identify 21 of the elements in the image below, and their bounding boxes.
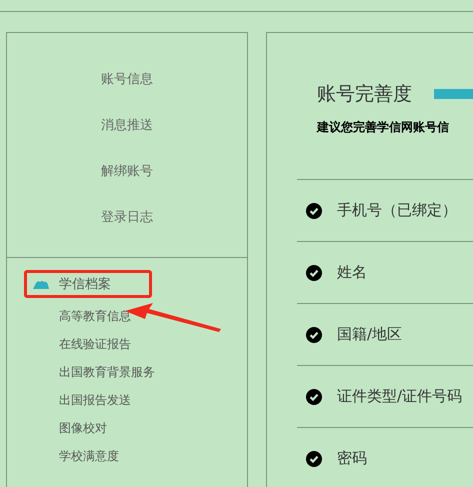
menu-item[interactable]: 解绑账号 [7,149,247,195]
hint-text: 建议您完善学信网账号信 [317,119,450,136]
field-label: 国籍/地区 [337,325,402,344]
submenu-item[interactable]: 出国报告发送 [59,386,247,414]
submenu-item[interactable]: 在线验证报告 [59,330,247,358]
submenu-item[interactable]: 学校满意度 [59,442,247,470]
section-title: 学信档案 [59,276,111,293]
panel-title: 账号完善度 [317,82,412,107]
menu-item[interactable]: 账号信息 [7,57,247,103]
submenu-item[interactable]: 图像校对 [59,414,247,442]
field-label: 姓名 [337,263,367,282]
field-label: 密码 [337,449,367,468]
menu-item[interactable]: 消息推送 [7,103,247,149]
submenu-item[interactable]: 出国教育背景服务 [59,358,247,386]
completeness-bar [434,89,473,99]
cloud-icon [33,280,49,288]
menu-item[interactable]: 登录日志 [7,195,247,241]
section-heading[interactable]: 学信档案 [24,270,152,298]
field-label: 手机号（已绑定） [337,201,457,220]
field-label: 证件类型/证件号码 [337,387,462,406]
submenu-item[interactable]: 高等教育信息 [59,302,247,330]
